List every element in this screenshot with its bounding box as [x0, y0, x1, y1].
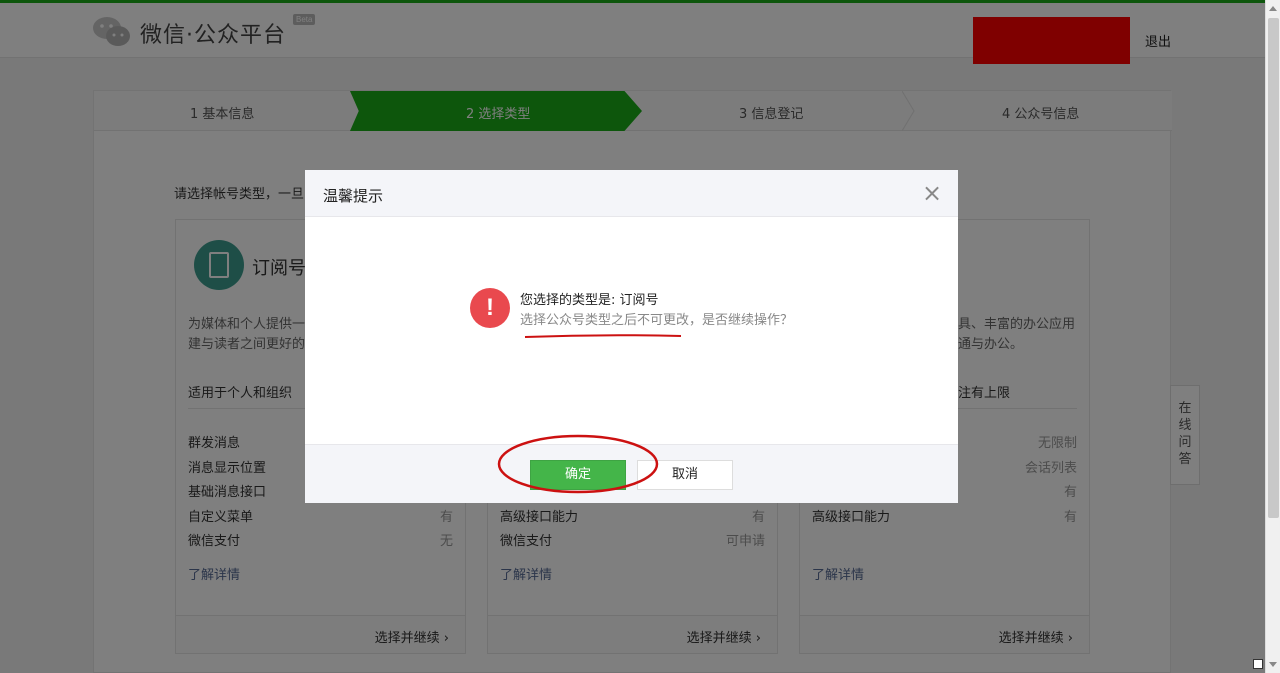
- dialog-header: 温馨提示 ×: [305, 170, 958, 217]
- confirm-dialog: 温馨提示 × ! 您选择的类型是: 订阅号 选择公众号类型之后不可更改，是否继续…: [305, 170, 958, 503]
- annotation-underline: [524, 334, 682, 338]
- annotation-ellipse: [497, 434, 659, 494]
- scroll-down-arrow-icon[interactable]: [1269, 662, 1277, 667]
- scrollbar-thumb[interactable]: [1268, 18, 1279, 518]
- resize-corner-icon: [1253, 659, 1263, 669]
- dialog-title: 温馨提示: [323, 187, 384, 205]
- scroll-up-arrow-icon[interactable]: [1269, 6, 1277, 11]
- close-icon[interactable]: ×: [921, 181, 943, 205]
- warning-icon: !: [470, 288, 510, 328]
- vertical-scrollbar[interactable]: [1265, 0, 1280, 673]
- dialog-message: 您选择的类型是: 订阅号: [520, 293, 659, 308]
- dialog-sub-message: 选择公众号类型之后不可更改，是否继续操作？: [520, 313, 794, 328]
